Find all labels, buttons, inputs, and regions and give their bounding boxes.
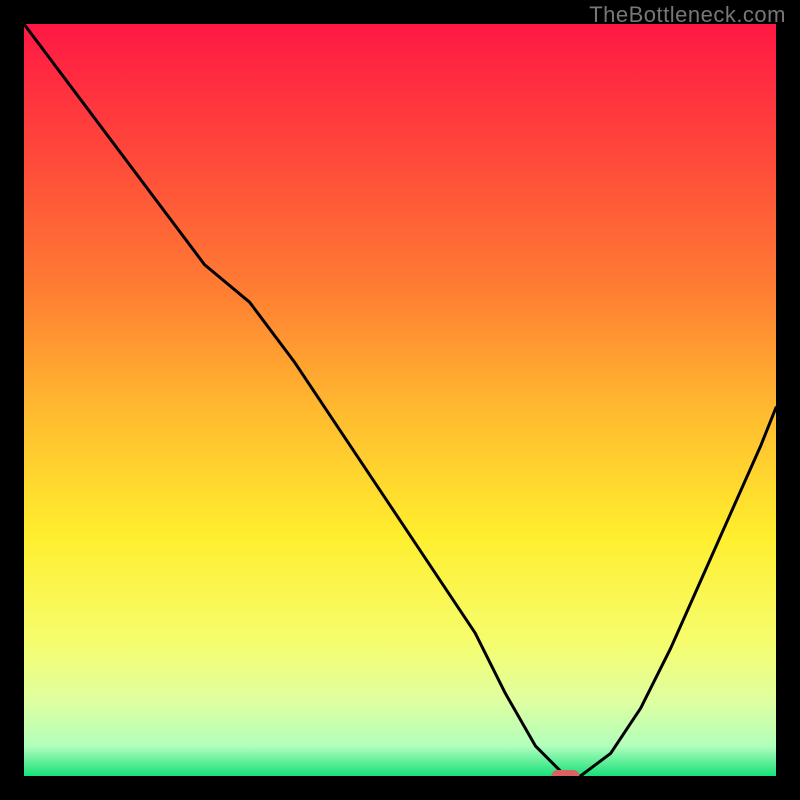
chart-frame: TheBottleneck.com — [0, 0, 800, 800]
plot-area — [24, 24, 776, 776]
watermark-text: TheBottleneck.com — [589, 2, 786, 28]
chart-svg — [24, 24, 776, 776]
marker-optimal-point — [551, 770, 579, 776]
